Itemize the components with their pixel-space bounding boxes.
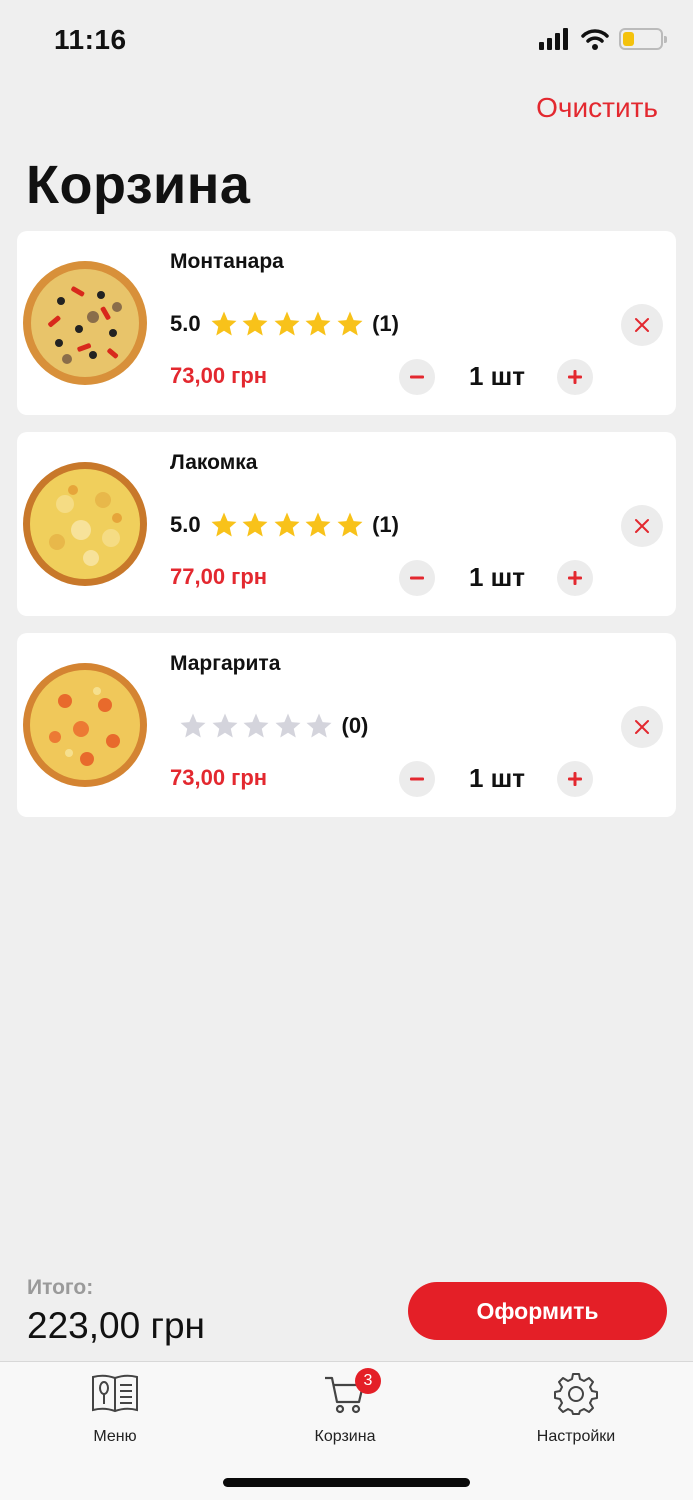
tab-label: Корзина xyxy=(314,1428,376,1445)
close-icon xyxy=(635,519,649,533)
pizza-image xyxy=(23,261,147,385)
star-empty-icon xyxy=(275,713,300,738)
item-price: 73,00 грн xyxy=(170,363,268,388)
star-filled-icon xyxy=(337,311,363,336)
star-filled-icon xyxy=(305,311,331,336)
rating-row: 5.0 (1) xyxy=(170,309,399,339)
rating-row: 5.0 (1) xyxy=(170,510,399,540)
increase-quantity-button[interactable] xyxy=(557,761,593,797)
minus-icon xyxy=(410,576,424,580)
star-empty-icon xyxy=(180,713,206,738)
tab-menu[interactable]: Меню xyxy=(15,1362,215,1452)
tab-label: Настройки xyxy=(536,1428,616,1445)
page-title: Корзина xyxy=(26,155,251,215)
home-indicator[interactable] xyxy=(223,1478,470,1487)
menu-book-icon xyxy=(90,1372,140,1416)
item-price: 77,00 грн xyxy=(170,564,268,589)
star-filled-icon xyxy=(274,512,300,537)
star-filled-icon xyxy=(242,512,268,537)
rating-count: (1) xyxy=(372,512,399,537)
status-bar: 11:16 xyxy=(0,0,693,84)
wifi-icon xyxy=(581,29,609,50)
plus-icon xyxy=(568,571,582,585)
tab-label: Меню xyxy=(93,1428,137,1445)
remove-item-button[interactable] xyxy=(621,304,663,346)
cart-item: Монтанара 5.0 (1) 73,00 грн 1 шт xyxy=(17,231,676,415)
cart-item: Маргарита (0) 73,00 грн 1 шт xyxy=(17,633,676,817)
decrease-quantity-button[interactable] xyxy=(399,761,435,797)
pizza-image xyxy=(23,462,147,586)
clear-cart-button[interactable]: Очистить xyxy=(536,92,658,124)
quantity-value: 1 шт xyxy=(468,361,526,391)
status-icons xyxy=(539,28,667,50)
cart-badge: 3 xyxy=(355,1368,381,1394)
rating-count: (1) xyxy=(372,311,399,336)
star-filled-icon xyxy=(211,311,237,336)
item-name: Лакомка xyxy=(170,451,258,474)
cart-list: Монтанара 5.0 (1) 73,00 грн 1 шт Лакомка… xyxy=(17,231,676,834)
cart-icon: 3 xyxy=(323,1368,381,1416)
star-filled-icon xyxy=(211,512,237,537)
minus-icon xyxy=(410,375,424,379)
rating-score: 5.0 xyxy=(170,311,201,336)
quantity-value: 1 шт xyxy=(468,763,526,793)
star-empty-icon xyxy=(306,713,332,738)
increase-quantity-button[interactable] xyxy=(557,560,593,596)
star-empty-icon xyxy=(243,713,269,738)
tab-settings[interactable]: Настройки xyxy=(476,1362,676,1452)
cart-item: Лакомка 5.0 (1) 77,00 грн 1 шт xyxy=(17,432,676,616)
signal-icon xyxy=(539,28,568,50)
tab-cart[interactable]: 3 Корзина xyxy=(245,1362,445,1452)
total-value: 223,00 грн xyxy=(27,1305,205,1346)
item-name: Маргарита xyxy=(170,652,281,675)
decrease-quantity-button[interactable] xyxy=(399,359,435,395)
close-icon xyxy=(635,318,649,332)
status-time: 11:16 xyxy=(54,24,127,55)
star-filled-icon xyxy=(242,311,268,336)
plus-icon xyxy=(568,772,582,786)
star-filled-icon xyxy=(305,512,331,537)
rating-count: (0) xyxy=(341,713,369,738)
decrease-quantity-button[interactable] xyxy=(399,560,435,596)
plus-icon xyxy=(568,370,582,384)
star-filled-icon xyxy=(274,311,300,336)
star-filled-icon xyxy=(337,512,363,537)
gear-icon xyxy=(554,1372,598,1416)
rating-score: 5.0 xyxy=(170,512,201,537)
minus-icon xyxy=(410,777,424,781)
checkout-button[interactable]: Оформить xyxy=(408,1282,667,1340)
rating-row: (0) xyxy=(170,711,368,741)
battery-icon xyxy=(619,28,667,50)
close-icon xyxy=(635,720,649,734)
star-empty-icon xyxy=(212,713,237,738)
remove-item-button[interactable] xyxy=(621,505,663,547)
pizza-image xyxy=(23,663,147,787)
item-price: 73,00 грн xyxy=(170,765,268,790)
increase-quantity-button[interactable] xyxy=(557,359,593,395)
quantity-value: 1 шт xyxy=(468,562,526,592)
remove-item-button[interactable] xyxy=(621,706,663,748)
item-name: Монтанара xyxy=(170,250,284,273)
total-label: Итого: xyxy=(27,1276,94,1299)
